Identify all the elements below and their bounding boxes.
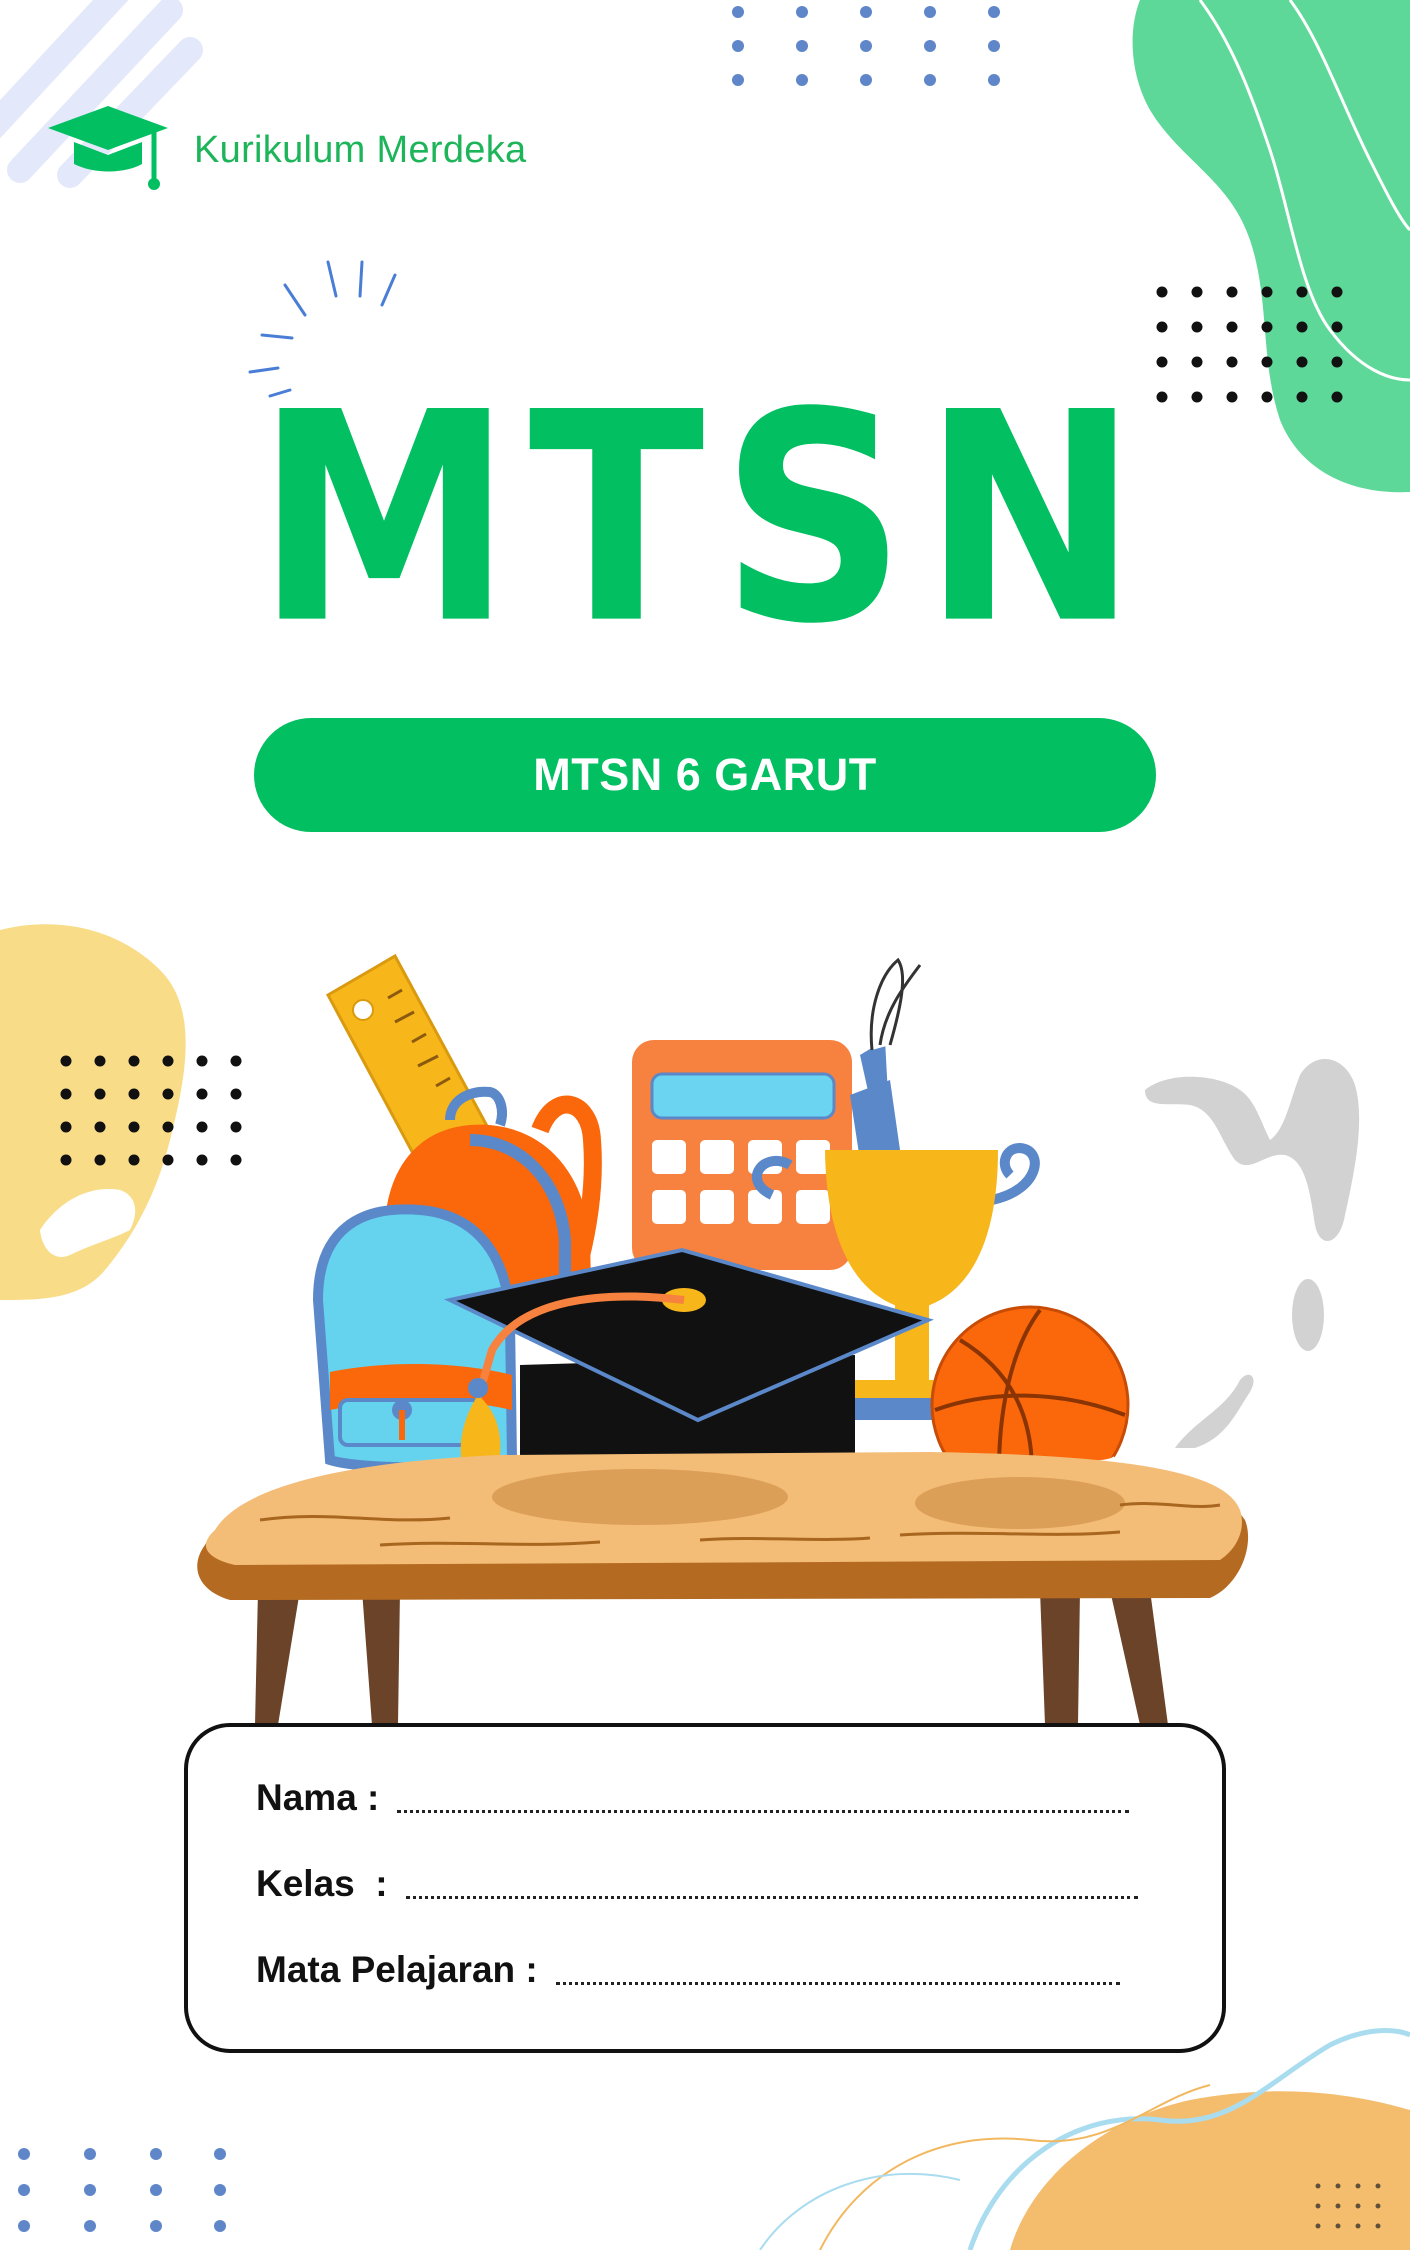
table-icon [197, 1452, 1249, 1725]
graduation-cap-icon [48, 106, 168, 190]
dot-grid-top [732, 6, 1000, 86]
grey-splash [1145, 1058, 1360, 1448]
school-supplies-illustration [197, 953, 1249, 1725]
brand-label: Kurikulum Merdeka [194, 128, 527, 171]
brush-icon [850, 957, 922, 1160]
brand-header: Kurikulum Merdeka [44, 100, 526, 200]
calculator-icon [632, 1040, 852, 1270]
form-row-kelas: Kelas : [256, 1863, 1138, 1905]
field-line-kelas[interactable] [405, 1896, 1138, 1899]
field-label-mata-pelajaran: Mata Pelajaran : [256, 1949, 538, 1990]
school-badge: MTSN 6 GARUT [254, 718, 1156, 832]
page-title: MTSN [255, 351, 1155, 687]
field-line-nama[interactable] [397, 1810, 1130, 1813]
field-label-kelas: Kelas : [256, 1863, 388, 1904]
form-row-nama: Nama : [256, 1777, 1130, 1819]
field-line-mata-pelajaran[interactable] [555, 1982, 1120, 1985]
dot-grid-bottom [18, 2148, 226, 2232]
identity-form: Nama : Kelas : Mata Pelajaran : [184, 1723, 1226, 2053]
school-badge-label: MTSN 6 GARUT [533, 749, 877, 800]
form-row-mata-pelajaran: Mata Pelajaran : [256, 1949, 1120, 1991]
field-label-nama: Nama : [256, 1777, 380, 1818]
